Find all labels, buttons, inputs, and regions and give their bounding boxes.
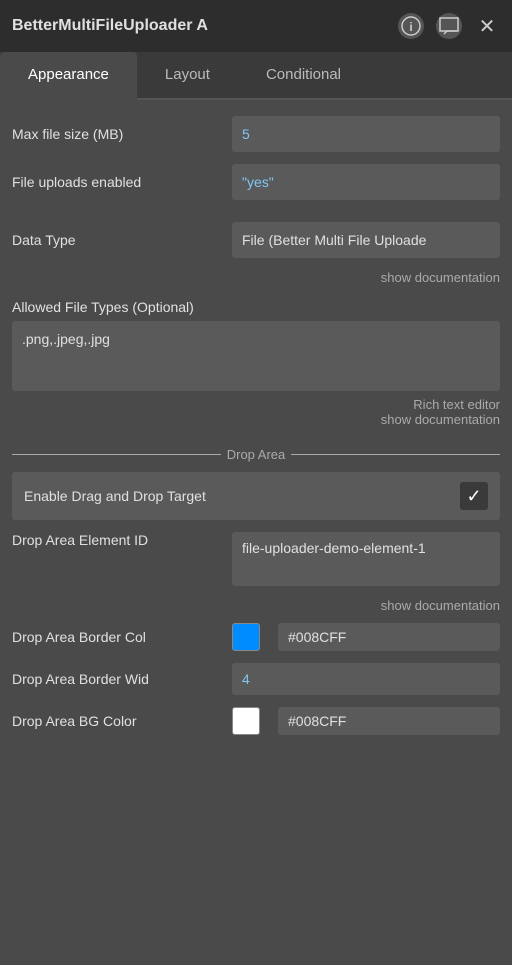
title-bar-icons: i ✕: [398, 13, 500, 39]
svg-text:i: i: [409, 20, 412, 34]
file-uploads-enabled-label: File uploads enabled: [12, 174, 232, 190]
bg-color-inner: #008CFF: [232, 707, 500, 735]
border-color-label: Drop Area Border Col: [12, 629, 232, 645]
rich-text-editor-link[interactable]: Rich text editor: [12, 397, 500, 412]
content-area: Max file size (MB) 5 File uploads enable…: [0, 100, 512, 763]
app-title: BetterMultiFileUploader A: [12, 17, 208, 35]
tab-layout[interactable]: Layout: [137, 52, 238, 100]
data-type-row: Data Type File (Better Multi File Upload…: [12, 222, 500, 258]
divider-left: [12, 454, 221, 455]
border-color-inner: #008CFF: [232, 623, 500, 651]
element-id-label: Drop Area Element ID: [12, 532, 232, 548]
divider-right: [291, 454, 500, 455]
tab-conditional[interactable]: Conditional: [238, 52, 369, 100]
border-color-row: Drop Area Border Col #008CFF: [12, 623, 500, 651]
bg-color-row: Drop Area BG Color #008CFF: [12, 707, 500, 735]
file-uploads-enabled-value[interactable]: "yes": [232, 164, 500, 200]
max-file-size-value[interactable]: 5: [232, 116, 500, 152]
allowed-file-types-label: Allowed File Types (Optional): [12, 299, 500, 315]
element-id-value[interactable]: file-uploader-demo-element-1: [232, 532, 500, 586]
bg-color-label: Drop Area BG Color: [12, 713, 232, 729]
data-type-value[interactable]: File (Better Multi File Uploade: [232, 222, 500, 258]
max-file-size-row: Max file size (MB) 5: [12, 116, 500, 152]
drop-area-label: Drop Area: [227, 447, 286, 462]
border-color-swatch[interactable]: [232, 623, 260, 651]
allowed-file-types-show-doc[interactable]: show documentation: [12, 412, 500, 427]
allowed-file-types-input[interactable]: .png,.jpeg,.jpg: [12, 321, 500, 391]
title-bar: BetterMultiFileUploader A i ✕: [0, 0, 512, 52]
allowed-file-types-section: Allowed File Types (Optional) .png,.jpeg…: [12, 295, 500, 437]
border-width-row: Drop Area Border Wid 4: [12, 663, 500, 695]
enable-drag-drop-row[interactable]: Enable Drag and Drop Target ✓: [12, 472, 500, 520]
border-color-value[interactable]: #008CFF: [278, 623, 500, 651]
close-icon[interactable]: ✕: [474, 13, 500, 39]
allowed-file-types-links: Rich text editor show documentation: [12, 397, 500, 427]
tab-bar: Appearance Layout Conditional: [0, 52, 512, 100]
data-type-label: Data Type: [12, 232, 232, 248]
data-type-show-doc[interactable]: show documentation: [12, 270, 500, 285]
info-icon[interactable]: i: [398, 13, 424, 39]
chat-icon[interactable]: [436, 13, 462, 39]
enable-drag-drop-label: Enable Drag and Drop Target: [24, 488, 206, 504]
file-uploads-enabled-row: File uploads enabled "yes": [12, 164, 500, 200]
element-id-show-doc[interactable]: show documentation: [12, 598, 500, 613]
max-file-size-label: Max file size (MB): [12, 126, 232, 142]
element-id-row: Drop Area Element ID file-uploader-demo-…: [12, 532, 500, 586]
bg-color-swatch[interactable]: [232, 707, 260, 735]
enable-drag-drop-checkbox[interactable]: ✓: [460, 482, 488, 510]
border-width-label: Drop Area Border Wid: [12, 671, 232, 687]
border-width-value[interactable]: 4: [232, 663, 500, 695]
tab-appearance[interactable]: Appearance: [0, 52, 137, 100]
drop-area-divider: Drop Area: [12, 447, 500, 462]
bg-color-value[interactable]: #008CFF: [278, 707, 500, 735]
